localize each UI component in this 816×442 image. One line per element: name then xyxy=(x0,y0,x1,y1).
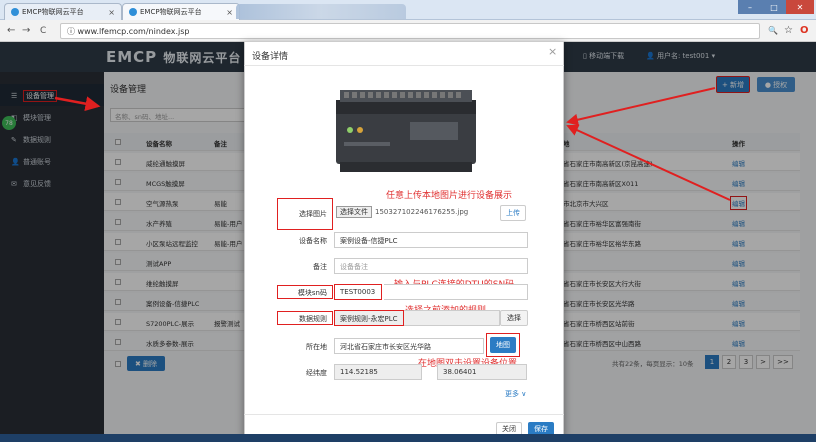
arrow-from-add xyxy=(566,87,716,126)
annotation-arrows xyxy=(54,87,731,201)
os-taskbar xyxy=(0,434,816,442)
arrow-from-edit xyxy=(566,124,731,201)
arrow-to-main xyxy=(54,96,101,112)
